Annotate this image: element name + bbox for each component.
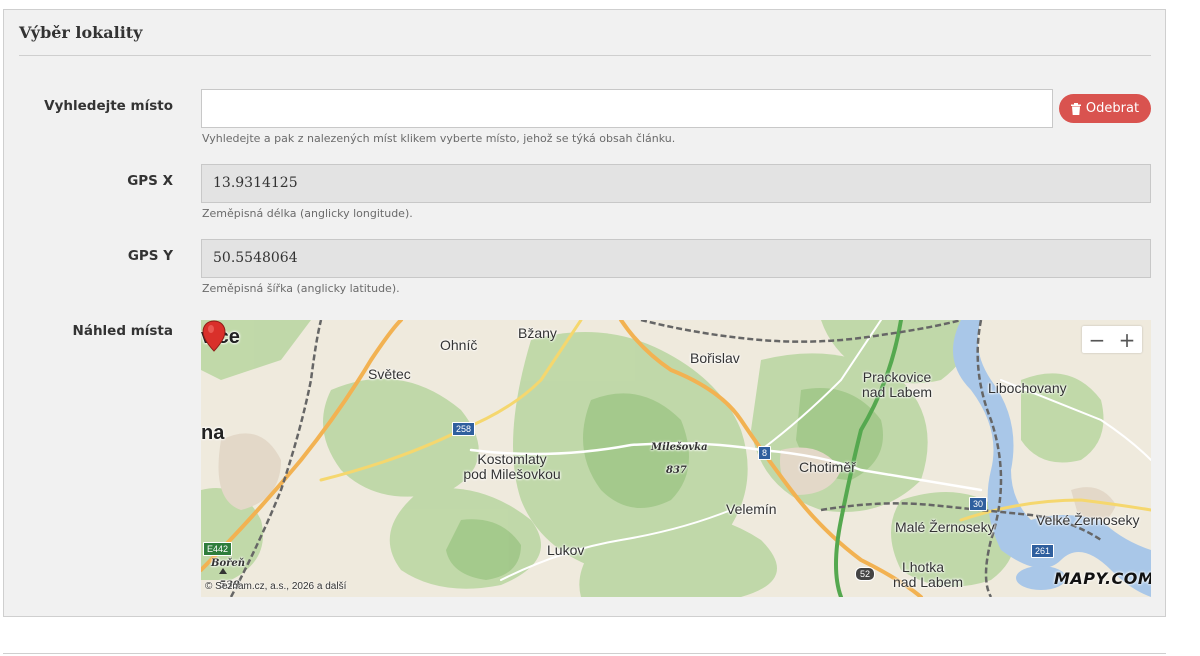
road-shield-258: 258 [452, 422, 476, 436]
gps-y-label: GPS Y [127, 248, 173, 264]
search-label: Vyhledejte místo [44, 98, 173, 114]
gps-x-field: 13.9314125 [201, 164, 1151, 203]
map-place-prackovice: Prackovice nad Labem [857, 370, 937, 400]
panel-divider [19, 55, 1151, 56]
zoom-controls: − + [1082, 326, 1142, 353]
mapy-logo[interactable]: MAPY.COM [1054, 569, 1151, 588]
map-place-boren: Bořeň [211, 558, 246, 569]
location-marker-icon[interactable] [201, 320, 227, 352]
map-place-male-zernoseky: Malé Žernoseky [895, 519, 995, 535]
gps-x-label: GPS X [127, 173, 173, 189]
road-shield-30: 30 [969, 497, 988, 511]
search-input[interactable] [201, 89, 1053, 128]
gps-y-field: 50.5548064 [201, 239, 1151, 278]
road-shield-8: 8 [758, 446, 772, 460]
map-place-velke-zernoseky: Velké Žernoseky [1036, 512, 1140, 528]
map-place-prackovice-line1: Prackovice [862, 369, 932, 385]
preview-label: Náhled místa [72, 323, 173, 339]
map-place-svetec: Světec [368, 366, 411, 382]
panel-title: Výběr lokality [19, 23, 143, 42]
map-place-lukov: Lukov [547, 542, 585, 558]
map-place-velemin: Velemín [726, 501, 777, 517]
map-canvas [201, 320, 1151, 597]
map-place-libochovany: Libochovany [988, 380, 1067, 396]
map-place-ohnic: Ohníč [440, 337, 478, 353]
map-place-prackovice-line2: nad Labem [861, 384, 933, 400]
bottom-divider [3, 653, 1166, 654]
location-panel: Výběr lokality Vyhledejte místo Odebrat … [3, 9, 1166, 617]
remove-button-label: Odebrat [1085, 101, 1140, 116]
map-place-lhotka-line1: Lhotka [901, 559, 945, 575]
map-place-borislav: Bořislav [690, 350, 740, 366]
road-shield-52: 52 [855, 567, 876, 581]
map-place-chotimer: Chotiměř [799, 459, 856, 475]
copyright-more-link[interactable]: další [325, 581, 346, 592]
zoom-out-button[interactable]: − [1082, 326, 1112, 353]
map-place-kostomlaty-line1: Kostomlaty [477, 451, 547, 467]
map-place-lhotka-line2: nad Labem [893, 574, 964, 590]
map-preview[interactable]: vice na Ohníč Bžany Bořislav Světec Prac… [201, 320, 1151, 597]
map-copyright: © Seznam.cz, a.s., 2026 a další [205, 581, 346, 592]
gps-x-help: Zeměpisná délka (anglicky longitude). [202, 207, 413, 220]
search-help: Vyhledejte a pak z nalezených míst klike… [202, 132, 676, 145]
road-shield-261: 261 [1031, 544, 1055, 558]
map-place-na: na [201, 422, 225, 444]
gps-y-help: Zeměpisná šířka (anglicky latitude). [202, 282, 400, 295]
zoom-in-button[interactable]: + [1112, 326, 1142, 353]
road-shield-e442: E442 [203, 542, 233, 556]
map-peak-elevation: 837 [666, 465, 687, 476]
trash-icon [1070, 102, 1081, 115]
map-place-bzany: Bžany [518, 325, 557, 341]
map-place-kostomlaty: Kostomlaty pod Milešovkou [457, 452, 567, 482]
map-peak-name: Milešovka [651, 442, 708, 453]
map-place-kostomlaty-line2: pod Milešovkou [463, 466, 561, 482]
map-place-lhotka: Lhotka nad Labem [893, 559, 964, 590]
remove-button[interactable]: Odebrat [1059, 94, 1151, 123]
copyright-text: © Seznam.cz, a.s., 2026 a [205, 581, 323, 592]
